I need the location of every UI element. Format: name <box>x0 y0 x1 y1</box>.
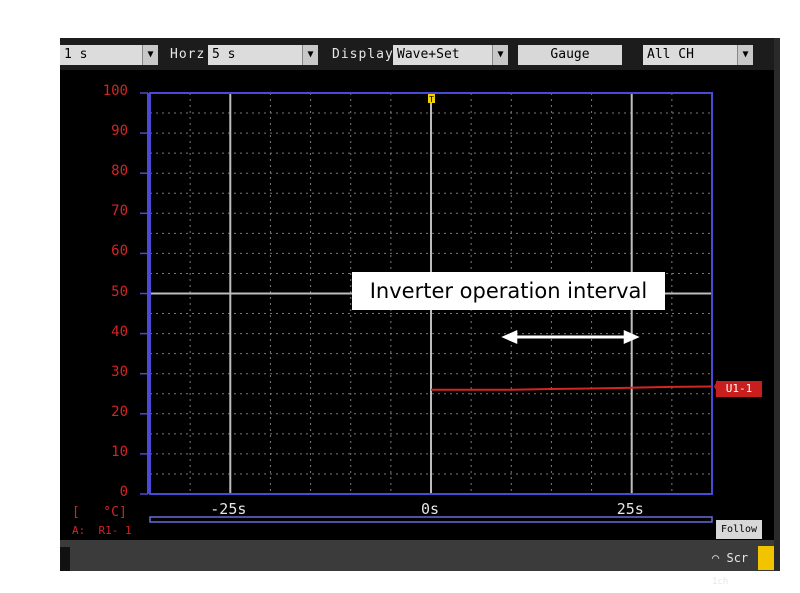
status-bar <box>60 540 774 571</box>
x-tick-label: 25s <box>616 500 644 518</box>
scr-label: Scr <box>726 551 749 565</box>
annotation-label: Inverter operation interval <box>352 272 665 310</box>
scr-sub-label: 1ch <box>712 577 729 587</box>
recorder-device: 1 s ▼ Horz 5 s ▼ Display Wave+Set ▼ Gaug… <box>0 0 800 593</box>
series-line-u1-1 <box>431 385 713 391</box>
channel-tag[interactable]: U1-1 <box>716 381 762 397</box>
x-tick-label: 0s <box>421 500 440 518</box>
y-unit-label: [ °C] <box>72 505 127 520</box>
trend-icon <box>758 546 774 570</box>
trigger-marker-label: T <box>429 95 434 104</box>
wifi-icon: ◠ <box>712 551 720 565</box>
x-tick-label: -25s <box>210 500 247 518</box>
follow-button[interactable]: Follow <box>716 520 762 539</box>
channel-ref-label: A: R1- 1 <box>72 524 132 537</box>
status-left-block <box>60 547 70 571</box>
scroll-icon[interactable]: ◠ Scr 1ch <box>712 547 758 587</box>
annotation-arrow-left-head <box>501 330 518 344</box>
